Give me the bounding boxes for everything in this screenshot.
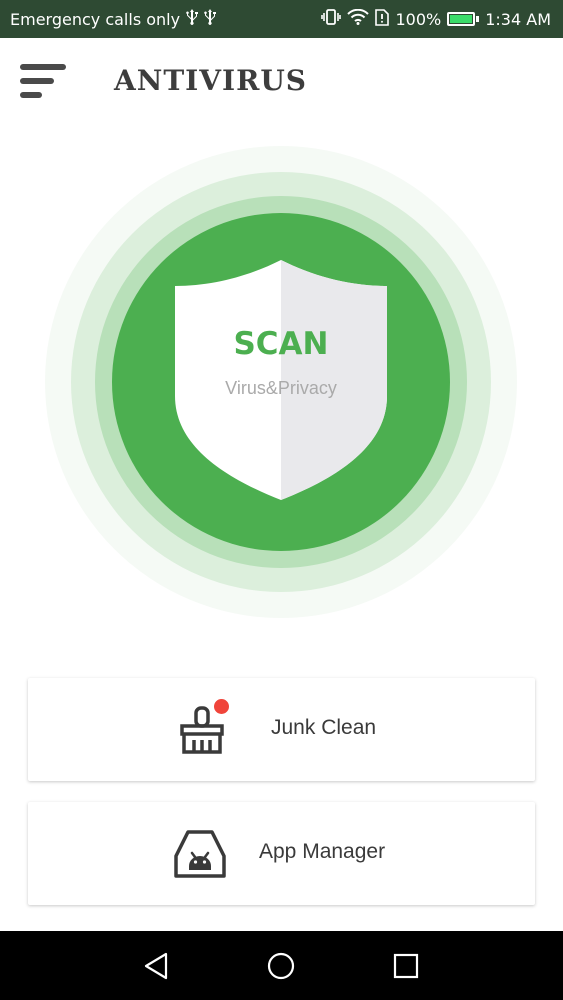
app-header: ANTIVIRUS xyxy=(0,38,563,122)
navigation-bar xyxy=(0,931,563,1000)
hamburger-menu-icon[interactable] xyxy=(20,62,68,100)
junk-clean-label: Junk Clean xyxy=(271,716,377,739)
battery-percent: 100% xyxy=(395,9,442,29)
status-bar: Emergency calls only 100% 1:34 AM xyxy=(0,0,563,38)
scan-area: SCAN Virus&Privacy xyxy=(45,146,517,618)
usb-icon xyxy=(204,9,217,29)
usb-icon xyxy=(186,9,199,29)
vibrate-icon xyxy=(321,9,342,29)
battery-icon xyxy=(447,12,480,26)
app-manager-label: App Manager xyxy=(259,840,386,863)
status-right: 100% 1:34 AM xyxy=(321,8,551,30)
android-box-icon xyxy=(174,830,226,878)
scan-label[interactable]: SCAN xyxy=(45,326,517,362)
clock: 1:34 AM xyxy=(485,9,551,29)
app-manager-card[interactable]: App Manager xyxy=(28,802,535,905)
junk-clean-card[interactable]: Junk Clean xyxy=(28,678,535,781)
wifi-icon xyxy=(347,8,370,29)
sim-alert-icon xyxy=(375,8,390,30)
app-title: ANTIVIRUS xyxy=(114,64,307,97)
status-left: Emergency calls only xyxy=(10,9,217,29)
carrier-text: Emergency calls only xyxy=(10,9,181,29)
back-triangle-icon[interactable] xyxy=(140,949,174,983)
notification-dot xyxy=(214,699,229,714)
recents-square-icon[interactable] xyxy=(389,949,423,983)
home-circle-icon[interactable] xyxy=(264,949,298,983)
scan-sublabel: Virus&Privacy xyxy=(225,378,337,398)
